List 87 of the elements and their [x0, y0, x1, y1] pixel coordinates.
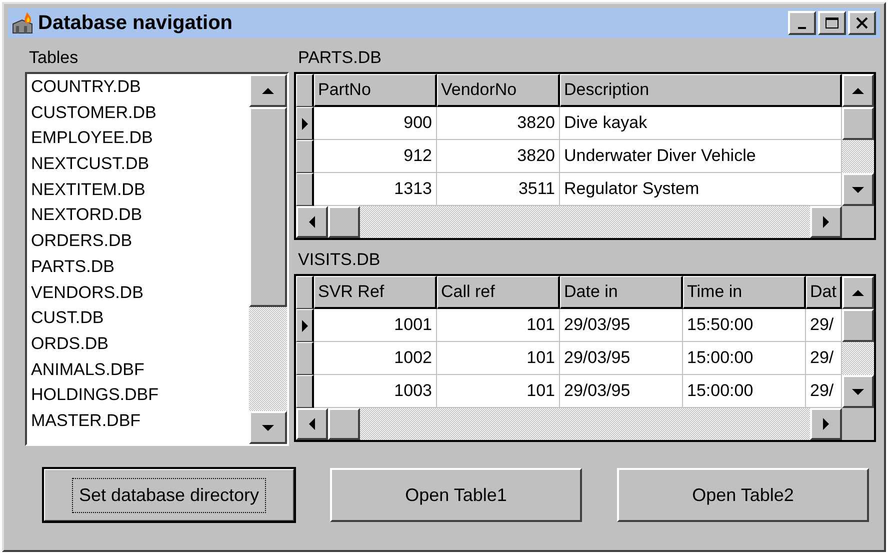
table-cell: 15:00:00 — [683, 342, 806, 375]
table-cell: 101 — [437, 342, 560, 375]
scroll-right-button[interactable] — [810, 408, 842, 440]
table-cell: 15:50:00 — [683, 309, 806, 342]
push-button[interactable]: Set database directory — [43, 468, 295, 522]
table-cell: 29/ — [806, 342, 842, 375]
scroll-down-button[interactable] — [249, 411, 287, 444]
vertical-scrollbar[interactable] — [249, 74, 287, 444]
up-arrow-icon — [262, 86, 274, 94]
vertical-scrollbar[interactable] — [842, 276, 874, 408]
list-item[interactable]: HOLDINGS.DBF — [29, 382, 247, 408]
horizontal-scrollbar[interactable] — [296, 206, 842, 238]
table-cell: 29/03/95 — [560, 309, 683, 342]
table-cell: 29/03/95 — [560, 342, 683, 375]
scroll-down-button[interactable] — [842, 375, 874, 408]
list-item[interactable]: EMPLOYEE.DB — [29, 125, 247, 152]
scroll-thumb[interactable] — [842, 107, 874, 140]
down-arrow-icon — [262, 424, 274, 432]
list-item[interactable]: NEXTITEM.DB — [29, 176, 247, 202]
window-title: Database navigation — [38, 12, 234, 34]
horizontal-scrollbar[interactable] — [296, 408, 842, 440]
table-cell: 15:00:00 — [683, 375, 806, 408]
table-cell: 1003 — [314, 375, 437, 408]
list-title: Tables — [28, 47, 80, 69]
maximize-button[interactable] — [818, 11, 846, 35]
row-indicator[interactable] — [296, 375, 314, 408]
row-indicator[interactable] — [296, 342, 314, 375]
minimize-button[interactable] — [788, 11, 816, 35]
scroll-thumb[interactable] — [328, 206, 360, 238]
scroll-up-button[interactable] — [249, 74, 287, 107]
scroll-right-button[interactable] — [810, 206, 842, 238]
table-cell: 101 — [437, 309, 560, 342]
table-cell: 912 — [314, 140, 437, 173]
row-indicator[interactable] — [296, 107, 314, 140]
grid-title: PARTS.DB — [297, 47, 382, 69]
right-arrow-icon — [822, 216, 830, 228]
table-cell: Underwater Diver Vehicle — [560, 140, 842, 173]
table-cell: 101 — [437, 375, 560, 408]
grid-title: VISITS.DB — [297, 249, 382, 271]
table-cell: Dive kayak — [560, 107, 842, 140]
right-arrow-icon — [822, 418, 830, 430]
table-cell: 1002 — [314, 342, 437, 375]
list-item[interactable]: NEXTORD.DB — [29, 202, 247, 228]
table-cell: Regulator System — [560, 173, 842, 206]
vertical-scrollbar[interactable] — [842, 74, 874, 206]
push-button[interactable]: Open Table1 — [330, 468, 582, 522]
list-item[interactable]: ANIMALS.DBF — [29, 356, 247, 382]
table-cell: 3511 — [437, 173, 560, 206]
scroll-down-button[interactable] — [842, 173, 874, 206]
scroll-thumb[interactable] — [842, 309, 874, 342]
list-item[interactable]: COUNTRY.DB — [29, 74, 247, 100]
row-indicator[interactable] — [296, 173, 314, 206]
scroll-left-button[interactable] — [296, 206, 328, 238]
scroll-up-button[interactable] — [842, 74, 874, 107]
table-cell: 3820 — [437, 107, 560, 140]
table-cell: 3820 — [437, 140, 560, 173]
push-button[interactable]: Open Table2 — [617, 468, 869, 522]
list-item[interactable]: CUST.DB — [29, 305, 247, 331]
row-indicator[interactable] — [296, 309, 314, 342]
table-cell: 900 — [314, 107, 437, 140]
left-arrow-icon — [308, 216, 316, 228]
list-item[interactable]: ORDERS.DB — [29, 228, 247, 254]
table-cell: 1001 — [314, 309, 437, 342]
list-item[interactable]: NEXTCUST.DB — [29, 151, 247, 177]
list-item[interactable]: CUSTOMER.DB — [29, 100, 247, 126]
table-cell: 29/ — [806, 309, 842, 342]
scroll-thumb[interactable] — [328, 408, 360, 440]
up-arrow-icon — [852, 288, 864, 296]
down-arrow-icon — [852, 388, 864, 396]
close-icon — [856, 17, 868, 29]
list-item[interactable]: VENDORS.DB — [29, 280, 247, 306]
down-arrow-icon — [852, 186, 864, 194]
up-arrow-icon — [852, 86, 864, 94]
list-item[interactable]: PARTS.DB — [29, 254, 247, 280]
left-arrow-icon — [308, 418, 316, 430]
maximize-icon — [825, 17, 839, 29]
table-cell: 29/ — [806, 375, 842, 408]
list-item[interactable]: ORDS.DB — [29, 330, 247, 357]
scroll-up-button[interactable] — [842, 276, 874, 309]
scroll-thumb[interactable] — [249, 107, 287, 307]
minimize-icon — [798, 27, 806, 29]
scroll-left-button[interactable] — [296, 408, 328, 440]
row-indicator[interactable] — [296, 140, 314, 173]
list-item[interactable]: MASTER.DBF — [29, 408, 247, 434]
table-cell: 29/03/95 — [560, 375, 683, 408]
table-cell: 1313 — [314, 173, 437, 206]
close-button[interactable] — [848, 11, 876, 35]
